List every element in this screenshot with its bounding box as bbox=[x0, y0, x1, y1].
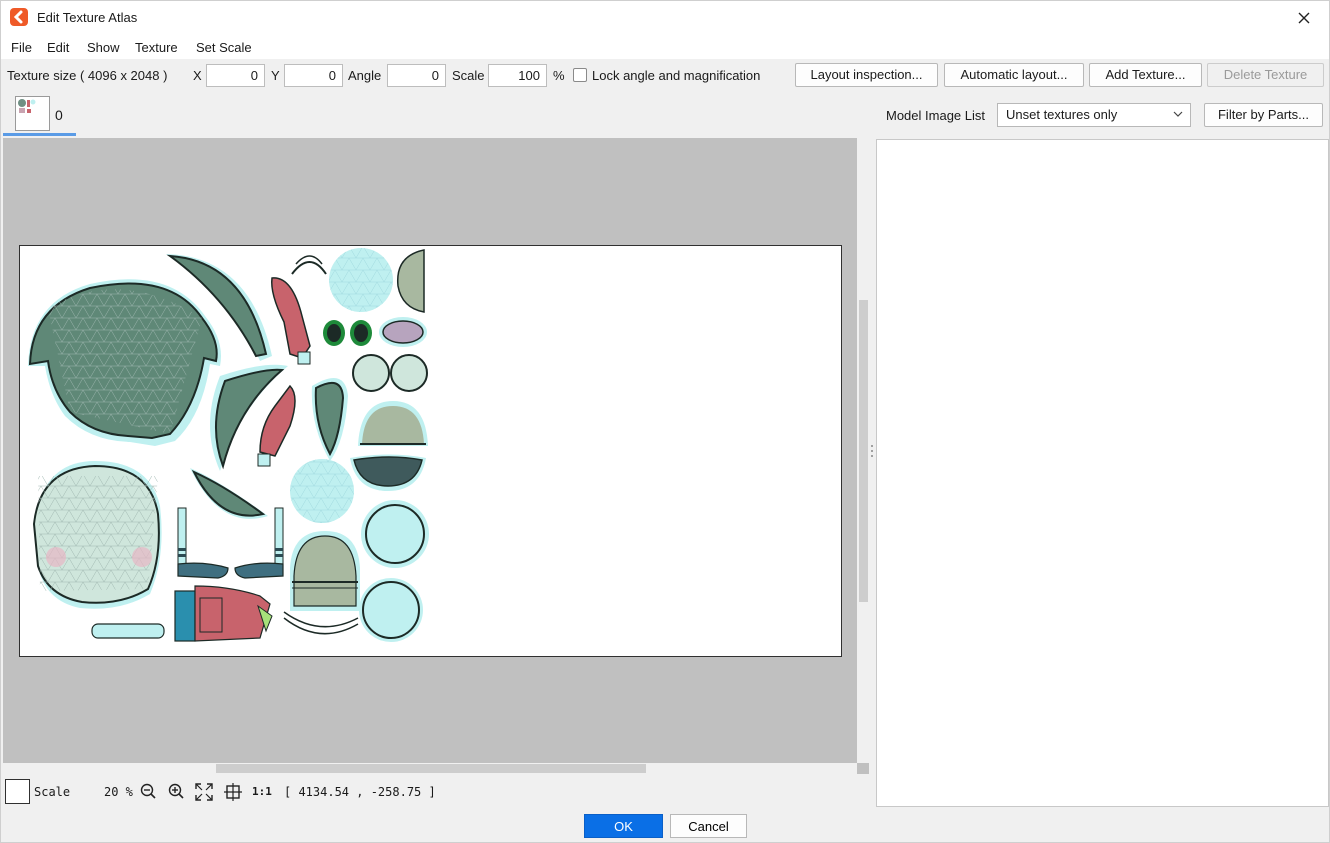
head-sphere-part[interactable] bbox=[290, 459, 354, 523]
close-button[interactable] bbox=[1289, 4, 1319, 32]
arm-upper-part[interactable] bbox=[271, 277, 311, 365]
menu-texture[interactable]: Texture bbox=[135, 40, 178, 55]
shoes-part[interactable] bbox=[177, 507, 284, 579]
x-input[interactable]: 0 bbox=[206, 64, 265, 87]
lock-checkbox[interactable] bbox=[573, 68, 587, 82]
zoom-out-icon[interactable] bbox=[139, 782, 159, 802]
menu-edit[interactable]: Edit bbox=[47, 40, 69, 55]
bangs-part[interactable] bbox=[311, 378, 348, 461]
angle-input[interactable]: 0 bbox=[387, 64, 446, 87]
hair-tuft-part[interactable] bbox=[190, 468, 268, 519]
zoom-percent: 20 % bbox=[104, 785, 133, 799]
panel-splitter[interactable] bbox=[870, 444, 874, 458]
vertical-scrollbar[interactable] bbox=[857, 138, 869, 763]
scale-preview-box bbox=[5, 779, 30, 804]
scale-input[interactable]: 100 bbox=[488, 64, 547, 87]
title-bar: Edit Texture Atlas bbox=[1, 1, 1329, 35]
mouth-part[interactable] bbox=[379, 317, 427, 347]
center-view-icon[interactable] bbox=[223, 782, 243, 802]
clothing-part[interactable] bbox=[174, 585, 273, 642]
texture-atlas-sheet[interactable] bbox=[19, 245, 842, 657]
texture-thumbnail[interactable] bbox=[15, 96, 50, 131]
eyes-part[interactable] bbox=[323, 320, 372, 346]
arcs-part[interactable] bbox=[283, 611, 359, 635]
texture-filter-value: Unset textures only bbox=[1006, 107, 1118, 122]
automatic-layout-button[interactable]: Automatic layout... bbox=[944, 63, 1084, 87]
menu-set-scale[interactable]: Set Scale bbox=[196, 40, 252, 55]
percent-label: % bbox=[553, 68, 565, 83]
vertical-scroll-thumb[interactable] bbox=[859, 300, 868, 602]
eyebrow-part[interactable] bbox=[291, 255, 327, 275]
actual-size-button[interactable]: 1:1 bbox=[252, 785, 272, 798]
x-label: X bbox=[193, 68, 202, 83]
skin-torso-part[interactable] bbox=[32, 461, 162, 609]
chevron-down-icon bbox=[1173, 111, 1183, 117]
dark-bowl-part[interactable] bbox=[350, 454, 426, 492]
lock-label: Lock angle and magnification bbox=[592, 68, 761, 83]
y-input[interactable]: 0 bbox=[284, 64, 343, 87]
delete-texture-button[interactable]: Delete Texture bbox=[1207, 63, 1324, 87]
face-sphere-part[interactable] bbox=[329, 248, 393, 312]
app-logo-icon bbox=[10, 8, 28, 26]
scale-label: Scale bbox=[452, 68, 485, 83]
cheek-pieces-part[interactable] bbox=[352, 354, 428, 392]
hat-part[interactable] bbox=[290, 531, 360, 611]
arm-lower-part[interactable] bbox=[257, 384, 296, 467]
status-bar: Scale 20 % 1:1 [ 4134.54 , -258.75 ] bbox=[1, 777, 871, 807]
close-icon bbox=[1298, 12, 1310, 24]
horizontal-scrollbar[interactable] bbox=[3, 763, 857, 774]
edit-texture-atlas-window: Edit Texture Atlas File Edit Show Textur… bbox=[0, 0, 1330, 843]
ok-button[interactable]: OK bbox=[584, 814, 663, 838]
ear-part[interactable] bbox=[397, 249, 425, 313]
model-image-list-label: Model Image List bbox=[886, 108, 985, 123]
texture-filter-select[interactable]: Unset textures only bbox=[997, 103, 1191, 127]
active-tab-indicator bbox=[3, 133, 76, 136]
sphere-outlined-part[interactable] bbox=[361, 500, 429, 568]
scale-status-label: Scale bbox=[34, 785, 71, 799]
cancel-button[interactable]: Cancel bbox=[670, 814, 747, 838]
texture-tab-label[interactable]: 0 bbox=[55, 107, 63, 123]
zoom-in-icon[interactable] bbox=[167, 782, 187, 802]
fit-to-window-icon[interactable] bbox=[194, 782, 214, 802]
model-image-list[interactable] bbox=[876, 139, 1329, 807]
window-title: Edit Texture Atlas bbox=[37, 10, 138, 25]
menu-show[interactable]: Show bbox=[87, 40, 120, 55]
atlas-canvas[interactable] bbox=[3, 138, 869, 774]
hair-back-part[interactable] bbox=[28, 279, 221, 446]
toolbar: Texture size ( 4096 x 2048 ) X 0 Y 0 Ang… bbox=[1, 59, 1329, 91]
layout-inspection-button[interactable]: Layout inspection... bbox=[795, 63, 938, 87]
horizontal-scroll-thumb[interactable] bbox=[216, 764, 646, 773]
dome-part[interactable] bbox=[358, 401, 428, 446]
y-label: Y bbox=[271, 68, 280, 83]
texture-size-label: Texture size ( 4096 x 2048 ) bbox=[7, 68, 168, 83]
sphere-outlined-bottom-part[interactable] bbox=[359, 578, 423, 642]
menu-file[interactable]: File bbox=[11, 40, 32, 55]
mouth-line-part[interactable] bbox=[91, 623, 165, 639]
angle-label: Angle bbox=[348, 68, 382, 83]
filter-by-parts-button[interactable]: Filter by Parts... bbox=[1204, 103, 1323, 127]
menu-bar: File Edit Show Texture Set Scale bbox=[1, 35, 1329, 59]
texture-tab-strip: 0 bbox=[1, 91, 871, 137]
model-image-list-header: Model Image List Unset textures only Fil… bbox=[876, 91, 1329, 137]
dialog-footer: OK Cancel bbox=[1, 807, 1329, 843]
add-texture-button[interactable]: Add Texture... bbox=[1089, 63, 1202, 87]
cursor-coordinates: [ 4134.54 , -258.75 ] bbox=[284, 785, 436, 799]
